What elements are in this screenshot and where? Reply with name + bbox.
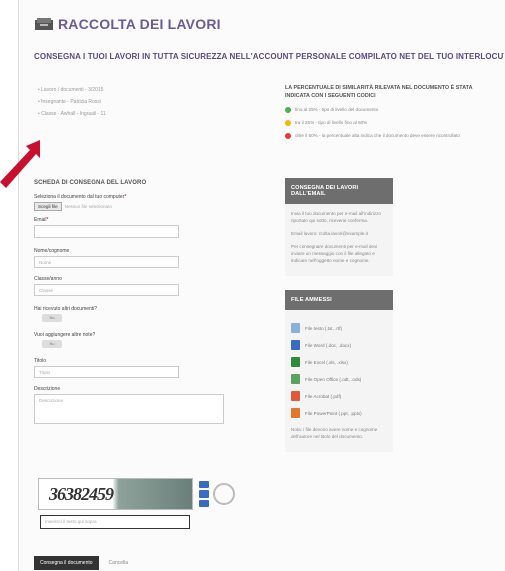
submit-button[interactable]: Consegna il documento <box>34 556 99 570</box>
inbox-icon <box>35 18 53 30</box>
yellow-dot-icon <box>285 120 291 126</box>
meta-item: Insegnante - Patrizia Rossi <box>38 96 106 108</box>
file-type-item: File Acrobat (.pdf) <box>291 391 387 401</box>
meta-item: Classe - Awhall - Ingraali - 11 <box>38 108 106 120</box>
legend-row: fino al 25% - tipo di livello del docume… <box>285 106 490 113</box>
q1-toggle[interactable]: No <box>42 314 62 322</box>
meta-list: Lavoro / documenti - 3/2015 Insegnante -… <box>38 84 106 120</box>
similarity-legend-title: LA PERCENTUALE DI SIMILARITÀ RILEVATA NE… <box>285 85 473 99</box>
title-field[interactable]: Titolo <box>34 366 179 378</box>
desc-label: Descrizione <box>34 386 61 392</box>
excel-file-icon <box>291 357 300 367</box>
legend-row: oltre il 50% - la percentuale alta indic… <box>285 132 490 139</box>
red-dot-icon <box>285 133 291 139</box>
pdf-file-icon <box>291 391 300 401</box>
captcha-image: 36382459 <box>38 478 193 510</box>
sidebar-email-info: Invia il tuo documento per e-mail all'in… <box>285 204 393 276</box>
legend-row: tra il 25% - tipo di livello fino al 50% <box>285 119 490 126</box>
captcha-controls <box>199 481 209 507</box>
similarity-legend: LA PERCENTUALE DI SIMILARITÀ RILEVATA NE… <box>285 84 490 139</box>
q1-label: Hai ricevuto altri documenti? <box>34 306 98 312</box>
file-type-item: File Excel (.xls, .xlsx) <box>291 357 387 367</box>
refresh-icon[interactable] <box>199 481 209 489</box>
captcha-text: 36382459 <box>49 484 114 504</box>
word-file-icon <box>291 340 300 350</box>
files-note: Nota: i file devono avere nome e cognome… <box>291 427 378 439</box>
sidebar-heading-email: CONSEGNA DEI LAVORI DALL'EMAIL <box>285 178 393 204</box>
file-label: Seleziona il documento dal tuo computer* <box>34 194 127 200</box>
email-label: Email* <box>34 217 49 223</box>
page-header: RACCOLTA DEI LAVORI <box>34 16 221 32</box>
form-title: SCHEDA DI CONSEGNA DEL LAVORO <box>34 180 147 186</box>
green-dot-icon <box>285 107 291 113</box>
txt-file-icon <box>291 323 300 333</box>
sidebar-heading-files: FILE AMMESSI <box>285 290 393 310</box>
openoffice-file-icon <box>291 374 300 384</box>
meta-item: Lavoro / documenti - 3/2015 <box>38 84 106 96</box>
sidebar: CONSEGNA DEI LAVORI DALL'EMAIL Invia il … <box>285 178 393 452</box>
file-type-item: File testo (.txt, .rtf) <box>291 323 387 333</box>
file-status: Nessun file selezionato <box>64 204 112 209</box>
file-type-item: File Word (.doc, .docx) <box>291 340 387 350</box>
file-picker: Scegli file Nessun file selezionato <box>34 202 254 211</box>
ppt-file-icon <box>291 408 300 418</box>
captcha: 36382459 <box>38 478 235 510</box>
surname-label: Nome/cognome <box>34 248 70 254</box>
upload-form: SCHEDA DI CONSEGNA DEL LAVORO Seleziona … <box>34 180 254 424</box>
class-label: Classe/anno <box>34 276 62 282</box>
name-field[interactable]: Nome <box>34 256 179 268</box>
page-title: RACCOLTA DEI LAVORI <box>58 16 221 32</box>
file-type-item: File PowerPoint (.ppt, .pptx) <box>291 408 387 418</box>
captcha-input[interactable]: Inserisci il testo qui sopra <box>40 515 190 529</box>
form-actions: Consegna il documento Cancella <box>34 556 128 570</box>
title-label: Titolo <box>34 358 47 364</box>
file-type-item: File Open Office (.odt, .ods) <box>291 374 387 384</box>
page-subtitle: CONSEGNA I TUOI LAVORI IN TUTTA SICUREZZ… <box>34 52 504 61</box>
help-icon[interactable] <box>199 499 209 507</box>
allowed-files-list: File testo (.txt, .rtf) File Word (.doc,… <box>285 310 393 452</box>
email-field[interactable] <box>34 225 179 238</box>
description-textarea[interactable]: Descrizione <box>34 394 224 424</box>
class-field[interactable]: Classe <box>34 284 179 296</box>
audio-icon[interactable] <box>199 490 209 498</box>
q2-label: Vuoi aggiungere altre note? <box>34 332 96 338</box>
cancel-link[interactable]: Cancella <box>109 560 128 566</box>
captcha-logo-icon <box>213 483 235 505</box>
choose-file-button[interactable]: Scegli file <box>34 202 62 211</box>
q2-toggle[interactable]: No <box>42 340 62 348</box>
